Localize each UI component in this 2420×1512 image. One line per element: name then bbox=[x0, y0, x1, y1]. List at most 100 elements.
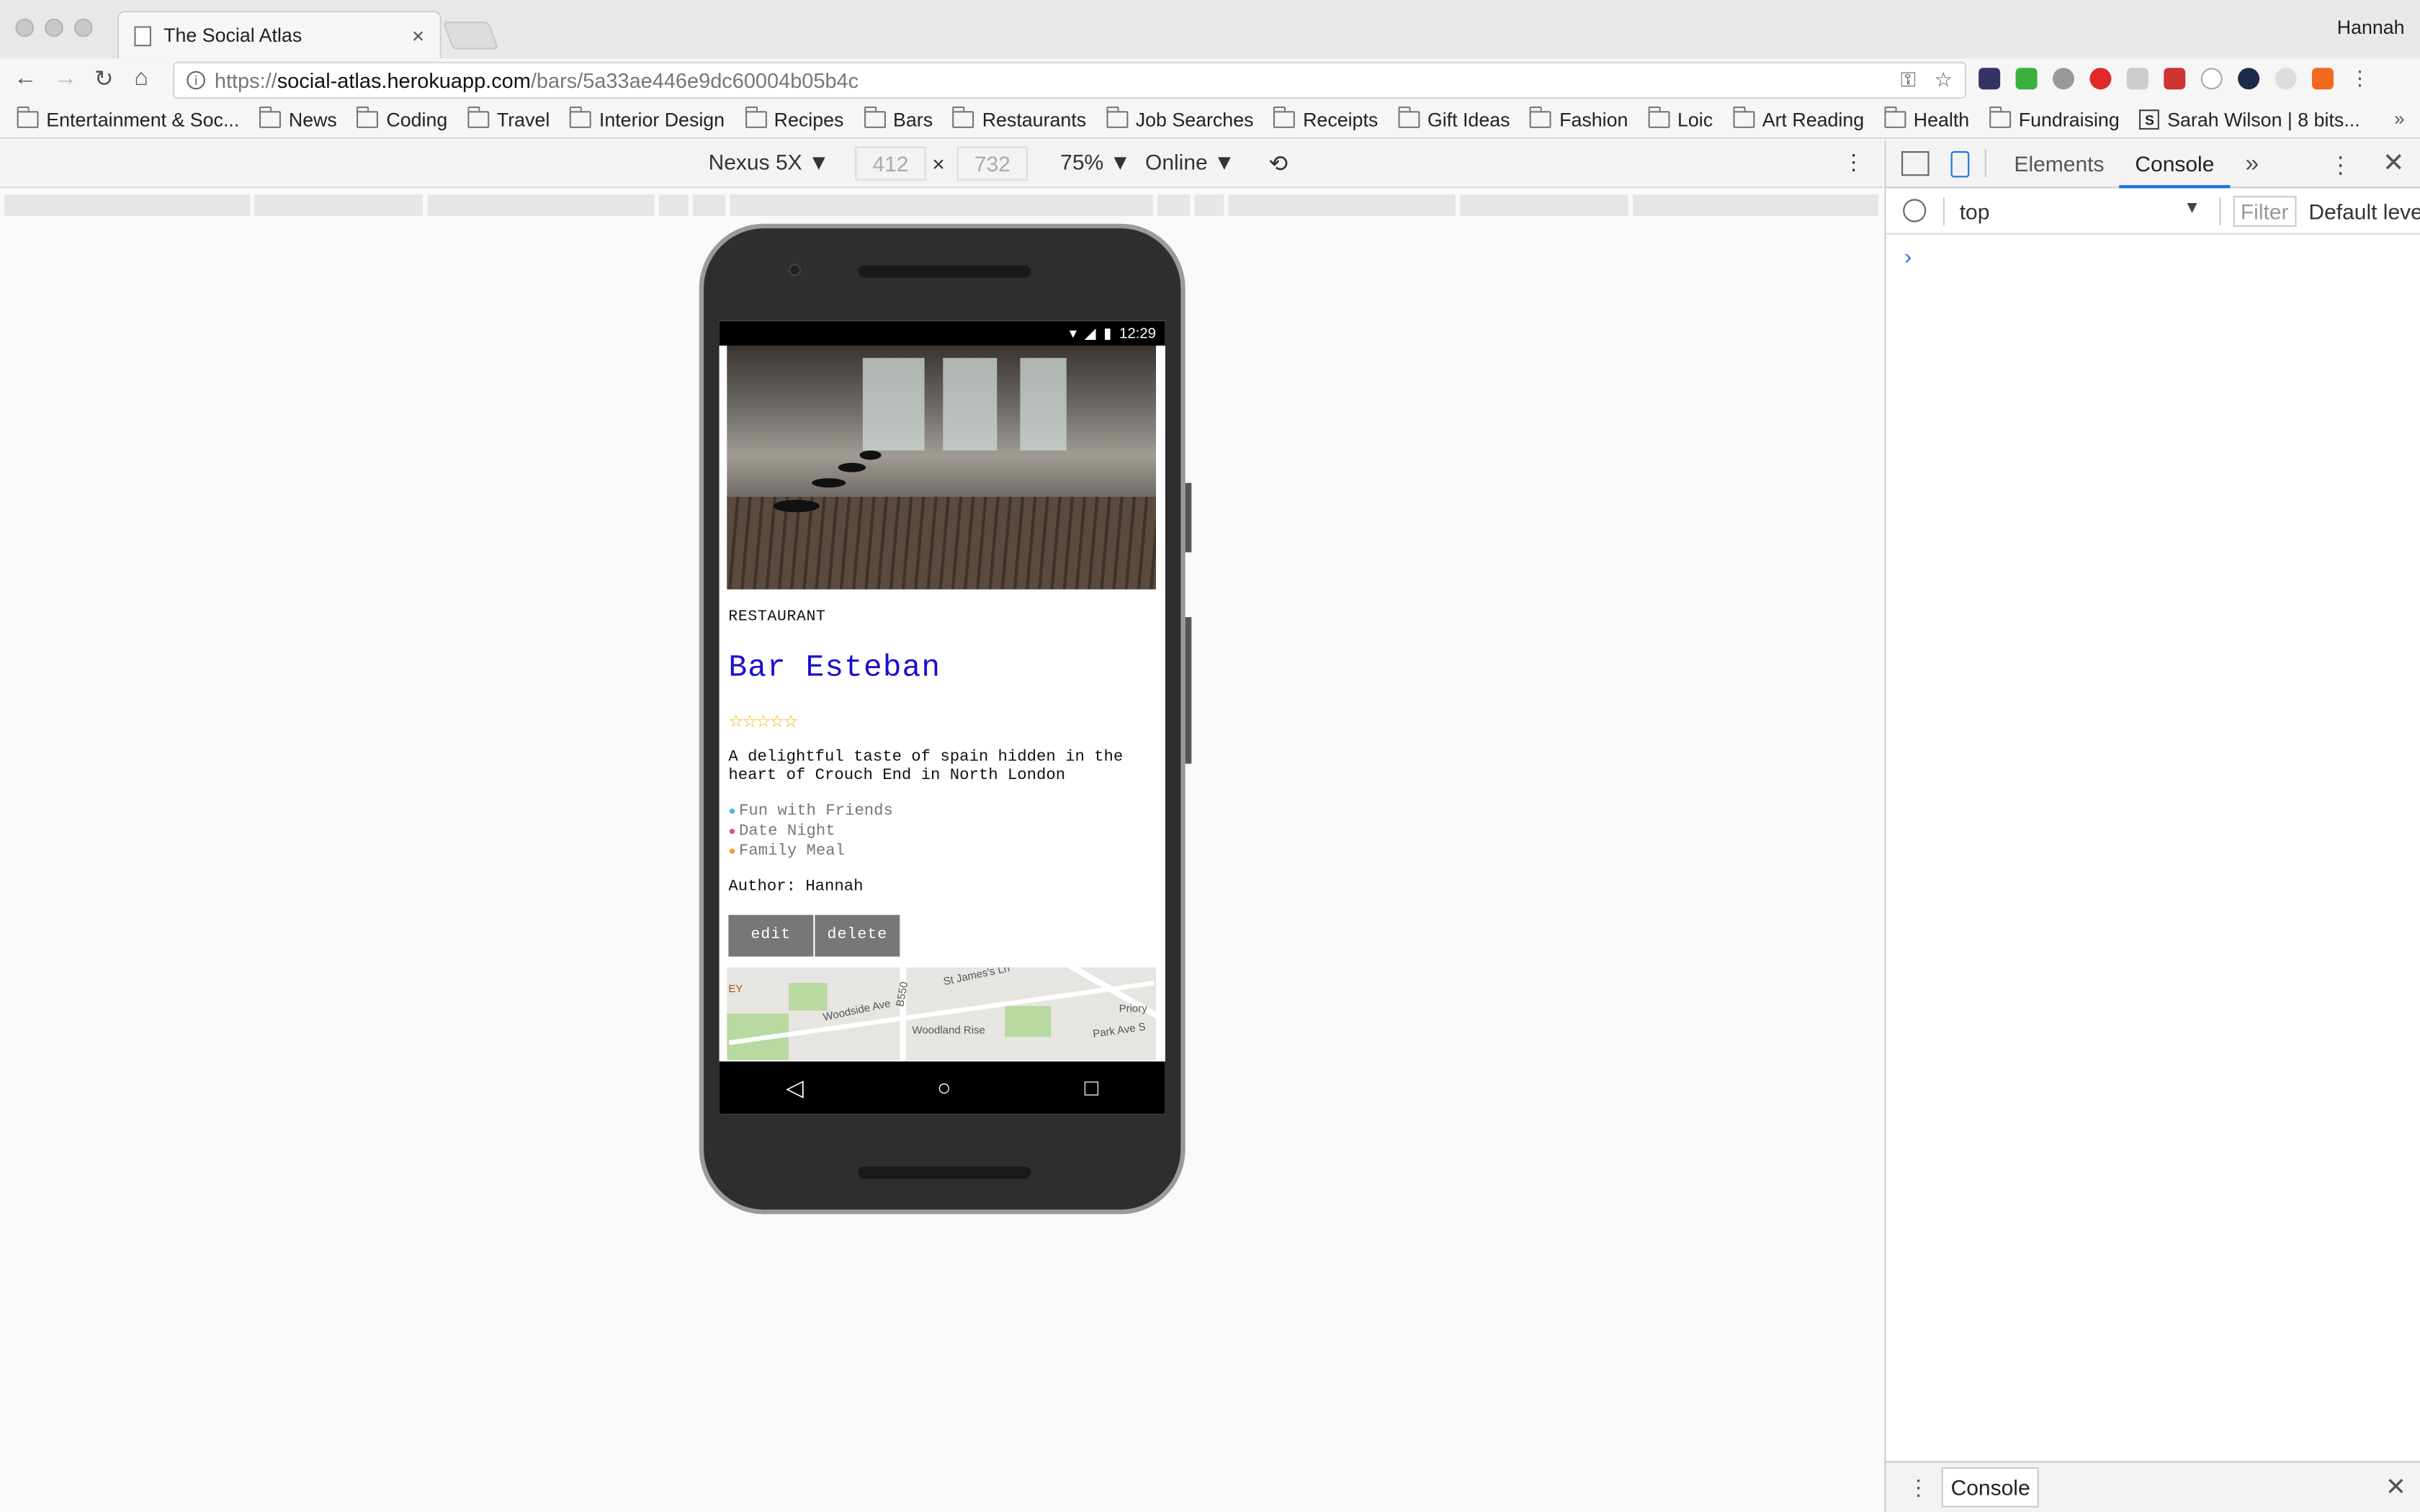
media-query-bar[interactable] bbox=[693, 194, 726, 216]
close-devtools-icon[interactable]: ✕ bbox=[2383, 148, 2405, 179]
bookmark-folder[interactable]: News bbox=[259, 106, 337, 130]
window bbox=[862, 358, 925, 451]
key-icon[interactable]: ⚿ bbox=[1901, 68, 1916, 92]
bookmark-folder[interactable]: Entertainment & Soc... bbox=[17, 106, 239, 130]
bookmark-folder[interactable]: Art Reading bbox=[1732, 106, 1864, 130]
console-prompt[interactable]: › bbox=[1904, 244, 2420, 269]
browser-tab[interactable]: The Social Atlas × bbox=[117, 11, 442, 59]
bookmarks-overflow-icon[interactable]: » bbox=[2394, 108, 2404, 130]
edit-button[interactable]: edit bbox=[728, 914, 814, 957]
minimize-window-button[interactable] bbox=[45, 18, 63, 37]
filter-input[interactable]: Filter bbox=[2233, 195, 2297, 226]
map-label: EY bbox=[728, 984, 743, 996]
new-tab-button[interactable] bbox=[442, 22, 499, 50]
park-area bbox=[1005, 1006, 1052, 1037]
zoom-select[interactable]: 75% ▼ bbox=[1060, 150, 1131, 174]
star-icon[interactable]: ☆ bbox=[1935, 68, 1953, 92]
tag-item: ● Family Meal bbox=[728, 842, 846, 861]
bookmark-folder[interactable]: Job Searches bbox=[1106, 106, 1254, 130]
map[interactable]: EY Woodside Ave B550 St James's Ln Prior… bbox=[727, 967, 1156, 1061]
close-window-button[interactable] bbox=[15, 18, 35, 37]
y-extension-icon[interactable] bbox=[2015, 68, 2038, 90]
drawer-tab-console[interactable]: Console bbox=[1941, 1467, 2040, 1508]
url-path: /bars/5a33ae446e9dc60004b05b4c bbox=[530, 68, 859, 92]
park-area bbox=[789, 983, 828, 1011]
menu-dots-icon[interactable]: ⋮ bbox=[2349, 67, 2370, 89]
react-icon[interactable] bbox=[2238, 68, 2260, 90]
clear-console-icon[interactable] bbox=[1903, 199, 1926, 222]
devtools-menu-icon[interactable]: ⋮ bbox=[2329, 151, 2352, 179]
bookmark-folder[interactable]: Receipts bbox=[1273, 106, 1378, 130]
media-query-bar[interactable] bbox=[1460, 194, 1628, 216]
more-tabs-icon[interactable]: » bbox=[2230, 140, 2275, 187]
address-bar[interactable]: i https://social-atlas.herokuapp.com/bar… bbox=[173, 61, 1966, 99]
delete-button[interactable]: delete bbox=[815, 914, 900, 957]
console-toolbar: top ▼ Filter Default leve bbox=[1886, 188, 2420, 235]
back-triangle-icon[interactable]: ◁ bbox=[786, 1074, 804, 1102]
orange-extension-icon[interactable] bbox=[2312, 68, 2334, 90]
log-levels-select[interactable]: Default leve bbox=[2308, 198, 2420, 222]
bar-photo bbox=[727, 346, 1156, 590]
rotate-icon[interactable]: ⟲ bbox=[1268, 150, 1288, 177]
bar-stool bbox=[838, 462, 866, 472]
height-input[interactable]: 732 bbox=[956, 146, 1028, 181]
recents-square-icon[interactable]: □ bbox=[1085, 1075, 1098, 1101]
camera bbox=[789, 264, 802, 276]
device-toolbar: Nexus 5X ▼ 412 × 732 75% ▼ Online ▼ ⟲ ⋮ bbox=[0, 140, 1883, 189]
close-tab-icon[interactable]: × bbox=[412, 23, 425, 48]
drawer-menu-icon[interactable]: ⋮ bbox=[1908, 1474, 1930, 1500]
bookmark-folder[interactable]: Fundraising bbox=[1989, 106, 2120, 130]
device-select[interactable]: Nexus 5X ▼ bbox=[709, 150, 830, 174]
close-drawer-icon[interactable]: ✕ bbox=[2385, 1472, 2406, 1503]
media-query-bar[interactable] bbox=[1633, 194, 1878, 216]
device-options-icon[interactable]: ⋮ bbox=[1843, 150, 1865, 176]
gray-extension-icon[interactable] bbox=[2053, 68, 2074, 90]
folder-icon bbox=[1989, 106, 2012, 128]
media-query-bar[interactable] bbox=[254, 194, 424, 216]
forward-icon[interactable]: → bbox=[54, 65, 77, 91]
bookmark-folder[interactable]: Interior Design bbox=[570, 106, 725, 130]
bookmark-folder[interactable]: Health bbox=[1884, 106, 1969, 130]
media-query-bar[interactable] bbox=[659, 194, 689, 216]
bookmark-link[interactable]: S Sarah Wilson | 8 bits... bbox=[2139, 109, 2360, 130]
device-mode-icon[interactable] bbox=[1950, 150, 1970, 177]
reload-icon[interactable]: ↻ bbox=[94, 65, 114, 92]
media-query-bar[interactable] bbox=[427, 194, 655, 216]
info-icon[interactable]: i bbox=[187, 71, 205, 90]
tab-console[interactable]: Console bbox=[2119, 140, 2230, 188]
profile-name[interactable]: Hannah bbox=[2337, 17, 2405, 39]
media-query-bar[interactable] bbox=[730, 194, 1153, 216]
bookmark-folder[interactable]: Coding bbox=[357, 106, 447, 130]
bookmarks-bar: Entertainment & Soc... News Coding Trave… bbox=[0, 102, 2420, 139]
bookmark-folder[interactable]: Gift Ideas bbox=[1398, 106, 1510, 130]
badge-extension-icon[interactable] bbox=[2164, 68, 2186, 90]
bookmark-folder[interactable]: Bars bbox=[864, 106, 933, 130]
context-select[interactable]: top ▼ bbox=[1960, 198, 2201, 222]
bookmark-folder[interactable]: Loic bbox=[1648, 106, 1713, 130]
network-select[interactable]: Online ▼ bbox=[1145, 150, 1235, 174]
maximize-window-button[interactable] bbox=[73, 18, 93, 37]
media-query-bar[interactable] bbox=[1157, 194, 1191, 216]
bookmark-folder[interactable]: Fashion bbox=[1530, 106, 1628, 130]
tab-elements[interactable]: Elements bbox=[1999, 140, 2120, 187]
home-icon[interactable]: ⌂ bbox=[134, 65, 148, 91]
media-query-bars bbox=[0, 188, 1883, 222]
media-query-bar[interactable] bbox=[1228, 194, 1456, 216]
back-icon[interactable]: ← bbox=[14, 65, 37, 91]
home-circle-icon[interactable]: ○ bbox=[937, 1075, 951, 1101]
circle-extension-icon[interactable] bbox=[2200, 68, 2223, 90]
folder-icon bbox=[17, 106, 39, 128]
hq-extension-icon[interactable] bbox=[1978, 68, 2001, 90]
pinterest-icon[interactable] bbox=[2089, 68, 2112, 90]
folder-icon bbox=[1398, 106, 1420, 128]
media-query-bar[interactable] bbox=[1194, 194, 1224, 216]
v-extension-icon[interactable] bbox=[2275, 68, 2297, 90]
inspect-icon[interactable] bbox=[1901, 151, 1930, 176]
bookmark-folder[interactable]: Recipes bbox=[744, 106, 843, 130]
media-query-bar[interactable] bbox=[4, 194, 251, 216]
action-buttons: edit delete bbox=[728, 914, 1156, 957]
bookmark-folder[interactable]: Restaurants bbox=[952, 106, 1086, 130]
bookmark-folder[interactable]: Travel bbox=[467, 106, 550, 130]
width-input[interactable]: 412 bbox=[855, 146, 926, 181]
puzzle-extension-icon[interactable] bbox=[2126, 68, 2148, 90]
